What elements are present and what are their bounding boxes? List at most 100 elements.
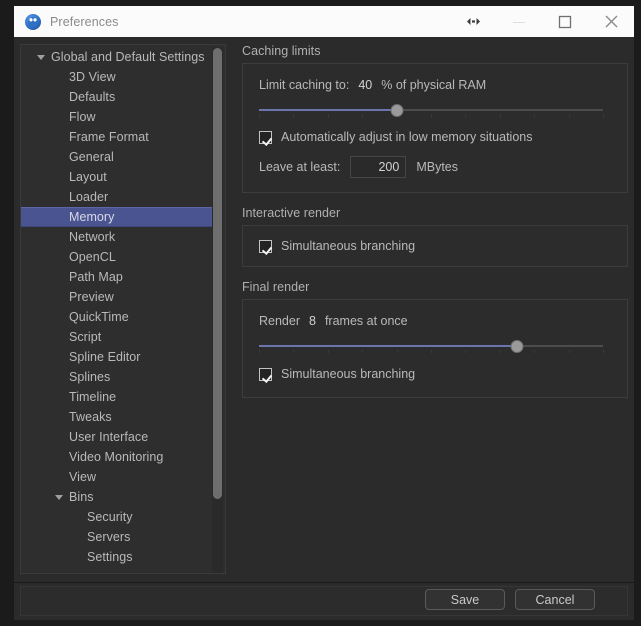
sidebar-item-layout[interactable]: Layout [21, 167, 215, 187]
limit-caching-unit: % of physical RAM [381, 78, 487, 92]
sidebar-scrollbar[interactable] [212, 47, 223, 573]
caching-limits-title: Caching limits [242, 44, 321, 58]
sidebar-item-frame-format[interactable]: Frame Format [21, 127, 215, 147]
render-frames-unit: frames at once [324, 314, 408, 328]
sidebar-item-memory[interactable]: Memory [21, 207, 215, 227]
sidebar-item-label: Settings [87, 550, 133, 564]
sidebar-item-bins[interactable]: Bins [21, 487, 215, 507]
sidebar-item-loader[interactable]: Loader [21, 187, 215, 207]
sidebar-item-label: Flow [69, 110, 96, 124]
sidebar-item-label: Spline Editor [69, 350, 141, 364]
leave-at-least-unit: MBytes [416, 160, 458, 174]
sidebar-item-label: QuickTime [69, 310, 129, 324]
final-simultaneous-row[interactable]: Simultaneous branching [259, 367, 611, 381]
sidebar-item-flow[interactable]: Flow [21, 107, 215, 127]
sidebar-item-label: Network [69, 230, 116, 244]
sidebar-item-opencl[interactable]: OpenCL [21, 247, 215, 267]
sidebar-scrollbar-thumb[interactable] [213, 48, 222, 499]
footer-separator [14, 582, 634, 583]
leave-at-least-row: Leave at least: 200 MBytes [259, 156, 611, 178]
auto-adjust-row[interactable]: Automatically adjust in low memory situa… [259, 130, 611, 144]
sidebar-item-global-and-default-settings[interactable]: Global and Default Settings [21, 47, 215, 67]
sidebar-item-label: Security [87, 510, 133, 524]
maximize-button[interactable] [542, 6, 588, 37]
sidebar-item-label: Loader [69, 190, 109, 204]
limit-caching-slider[interactable] [259, 102, 604, 118]
sidebar-item-label: Splines [69, 370, 111, 384]
slider-ticks [259, 114, 604, 118]
settings-tree-list: Global and Default Settings 3D View Defaul… [21, 47, 215, 567]
minimize-button[interactable] [496, 6, 542, 37]
settings-tree[interactable]: Global and Default Settings 3D View Defaul… [20, 44, 226, 574]
leave-at-least-label: Leave at least: [259, 160, 341, 174]
window-controls [450, 6, 634, 37]
render-frames-label: Render [259, 314, 300, 328]
sidebar-item-label: Path Map [69, 270, 123, 284]
sidebar-item-label: Layout [69, 170, 107, 184]
sidebar-item-network[interactable]: Network [21, 227, 215, 247]
sidebar-item-label: 3D View [69, 70, 116, 84]
sidebar-item-servers[interactable]: Servers [21, 527, 215, 547]
final-simultaneous-checkbox[interactable] [259, 367, 272, 381]
limit-caching-value[interactable]: 40 [358, 78, 372, 92]
sidebar-item-label: Memory [69, 210, 115, 224]
auto-adjust-label: Automatically adjust in low memory situa… [281, 130, 533, 144]
sidebar-item-script[interactable]: Script [21, 327, 215, 347]
window-title: Preferences [50, 14, 119, 29]
sidebar-item-label: Tweaks [69, 410, 112, 424]
interactive-render-group: Simultaneous branching [242, 225, 628, 267]
auto-adjust-checkbox[interactable] [259, 130, 272, 144]
sidebar-item-preview[interactable]: Preview [21, 287, 215, 307]
sidebar-item-label: Video Monitoring [69, 450, 164, 464]
sidebar-item-label: Script [69, 330, 102, 344]
sidebar-item-label: Bins [69, 490, 94, 504]
save-button[interactable]: Save [425, 589, 505, 610]
sidebar-item-3d-view[interactable]: 3D View [21, 67, 215, 87]
cancel-button[interactable]: Cancel [515, 589, 595, 610]
interactive-simultaneous-label: Simultaneous branching [281, 239, 416, 253]
chevron-down-icon[interactable] [55, 495, 63, 500]
slider-handle[interactable] [510, 340, 524, 353]
sidebar-item-label: OpenCL [69, 250, 116, 264]
sidebar-item-general[interactable]: General [21, 147, 215, 167]
sidebar-item-tweaks[interactable]: Tweaks [21, 407, 215, 427]
sidebar-item-label: User Interface [69, 430, 149, 444]
preferences-app-icon [25, 13, 41, 30]
close-button[interactable] [588, 6, 634, 37]
leave-at-least-input[interactable]: 200 [350, 156, 407, 178]
sidebar-item-timeline[interactable]: Timeline [21, 387, 215, 407]
slider-handle[interactable] [390, 104, 404, 117]
sidebar-item-label: Timeline [69, 390, 117, 404]
interactive-render-title: Interactive render [242, 206, 341, 220]
sidebar-item-quicktime[interactable]: QuickTime [21, 307, 215, 327]
sidebar-item-label: View [69, 470, 97, 484]
caching-limits-group: Limit caching to: 40 % of physical RAM A… [242, 63, 628, 193]
sidebar-item-path-map[interactable]: Path Map [21, 267, 215, 287]
sidebar-item-defaults[interactable]: Defaults [21, 87, 215, 107]
final-simultaneous-label: Simultaneous branching [281, 367, 416, 381]
sidebar-item-security[interactable]: Security [21, 507, 215, 527]
settings-panel: Caching limits Limit caching to: 40 % of… [242, 44, 628, 574]
sidebar-item-label: Servers [87, 530, 131, 544]
interactive-simultaneous-row[interactable]: Simultaneous branching [259, 239, 611, 253]
sidebar-item-label: General [69, 150, 114, 164]
sidebar-item-settings[interactable]: Settings [21, 547, 215, 567]
sidebar-item-label: Frame Format [69, 130, 149, 144]
interactive-simultaneous-checkbox[interactable] [259, 239, 272, 253]
sidebar-item-splines[interactable]: Splines [21, 367, 215, 387]
final-render-title: Final render [242, 280, 310, 294]
render-frames-value[interactable]: 8 [309, 314, 316, 328]
render-frames-slider[interactable] [259, 338, 604, 354]
limit-caching-label: Limit caching to: [259, 78, 350, 92]
resize-arrows-icon[interactable] [450, 6, 496, 37]
slider-ticks [259, 350, 604, 354]
sidebar-item-label: Preview [69, 290, 114, 304]
chevron-down-icon[interactable] [37, 55, 45, 60]
sidebar-item-video-monitoring[interactable]: Video Monitoring [21, 447, 215, 467]
title-bar: Preferences [14, 6, 634, 37]
sidebar-item-view[interactable]: View [21, 467, 215, 487]
sidebar-item-user-interface[interactable]: User Interface [21, 427, 215, 447]
dialog-body: Global and Default Settings 3D View Defaul… [14, 37, 634, 620]
slider-fill [259, 345, 517, 347]
sidebar-item-spline-editor[interactable]: Spline Editor [21, 347, 215, 367]
